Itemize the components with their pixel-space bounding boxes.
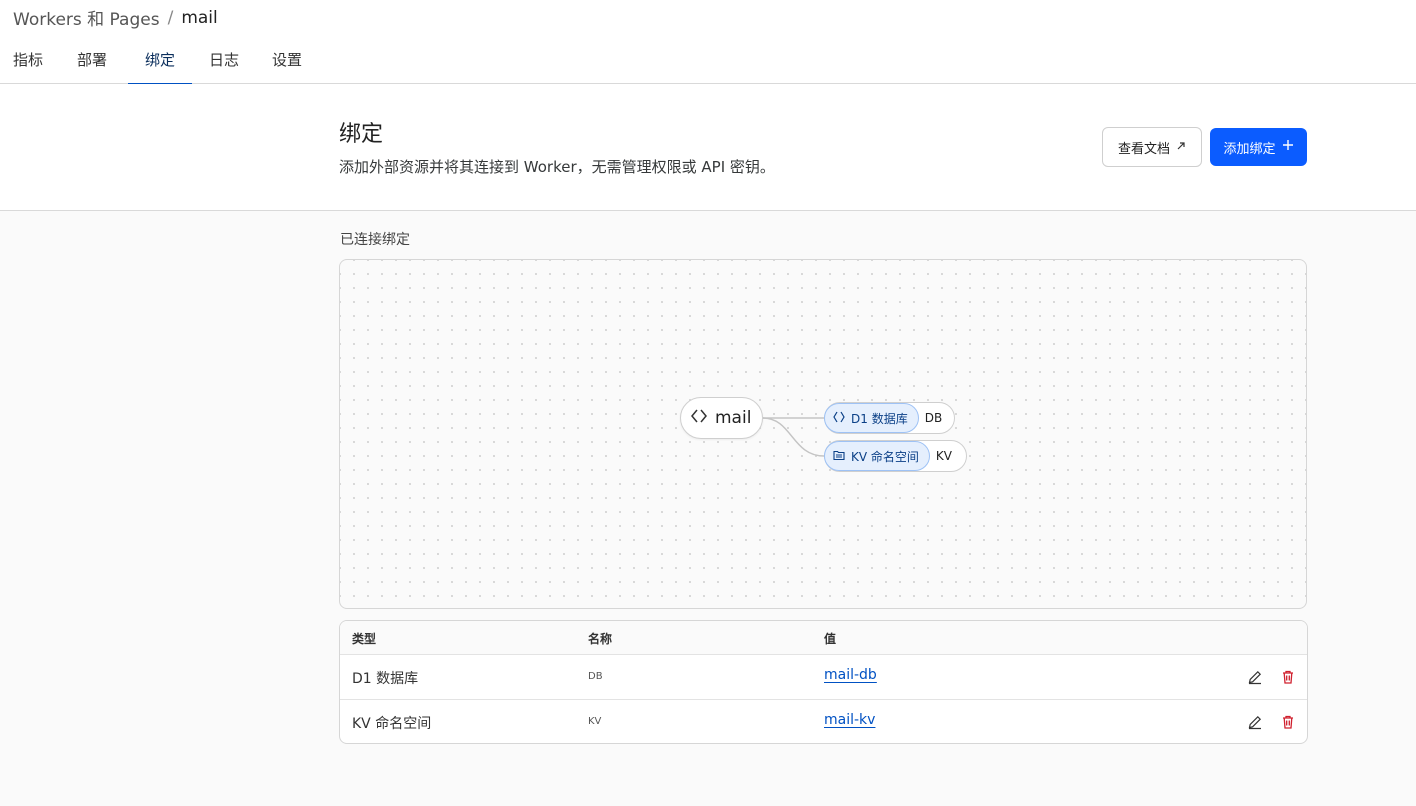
add-binding-label: 添加绑定 [1223,141,1276,157]
trash-icon[interactable] [1279,668,1297,686]
binding-variable-name: KV [935,449,952,463]
view-docs-label: 查看文档 [1117,141,1170,157]
table-row: D1 数据库 DB mail-db [340,655,1307,700]
breadcrumb: Workers 和 Pages / mail [13,5,218,31]
binding-type-pill: KV 命名空间 [824,441,930,471]
add-binding-button[interactable]: 添加绑定 [1210,128,1307,166]
page-title: 绑定 [339,122,384,147]
view-docs-button[interactable]: 查看文档 [1102,127,1202,167]
cell-type: D1 数据库 [352,671,419,687]
tab-bindings[interactable]: 绑定 [128,40,192,85]
worker-node-name: mail [715,408,752,428]
table-header: 类型 名称 值 [340,621,1307,655]
binding-type-pill: D1 数据库 [824,403,919,433]
cell-value-link[interactable]: mail-db [824,667,877,683]
bindings-table: 类型 名称 值 D1 数据库 DB mail-db KV 命名空间 KV mai… [339,620,1308,744]
d1-database-icon [833,411,845,426]
column-header-type[interactable]: 类型 [352,630,376,647]
cell-value-link[interactable]: mail-kv [824,712,875,728]
cell-name: KV [588,716,602,727]
worker-node[interactable]: mail [680,397,763,439]
tab-logs[interactable]: 日志 [192,40,256,84]
binding-variable-name: DB [924,411,943,425]
connector-lines [762,417,825,457]
cell-name: DB [588,671,603,682]
breadcrumb-workers-pages[interactable]: Workers 和 Pages [13,5,160,30]
trash-icon[interactable] [1279,713,1297,731]
plus-icon [1282,139,1294,155]
tab-deployments[interactable]: 部署 [64,40,128,84]
binding-node-kv[interactable]: KV 命名空间 KV [824,440,967,472]
edit-icon[interactable] [1246,668,1264,686]
page-description: 添加外部资源并将其连接到 Worker，无需管理权限或 API 密钥。 [339,158,775,176]
external-link-icon [1176,140,1186,155]
cell-type: KV 命名空间 [352,716,432,732]
binding-type-label: KV 命名空间 [851,449,919,464]
breadcrumb-current: mail [181,7,218,28]
tab-bar: 指标 部署 绑定 日志 设置 [0,40,320,85]
top-header: Workers 和 Pages / mail 指标 部署 绑定 日志 设置 [0,0,1416,85]
binding-type-label: D1 数据库 [851,411,908,426]
binding-node-d1[interactable]: D1 数据库 DB [824,402,955,434]
page-heading-section: 绑定 添加外部资源并将其连接到 Worker，无需管理权限或 API 密钥。 查… [0,84,1416,211]
kv-namespace-icon [833,449,845,464]
connected-bindings-label: 已连接绑定 [340,232,410,248]
worker-code-icon [691,408,707,428]
tab-settings[interactable]: 设置 [256,40,320,84]
bindings-diagram-canvas[interactable]: mail D1 数据库 DB KV 命名空间 KV [339,259,1307,609]
breadcrumb-separator: / [167,7,174,28]
connector-kv [762,417,825,457]
column-header-value[interactable]: 值 [824,630,836,647]
column-header-name[interactable]: 名称 [588,630,612,647]
tab-metrics[interactable]: 指标 [0,40,64,84]
table-row: KV 命名空间 KV mail-kv [340,700,1307,743]
edit-icon[interactable] [1246,713,1264,731]
